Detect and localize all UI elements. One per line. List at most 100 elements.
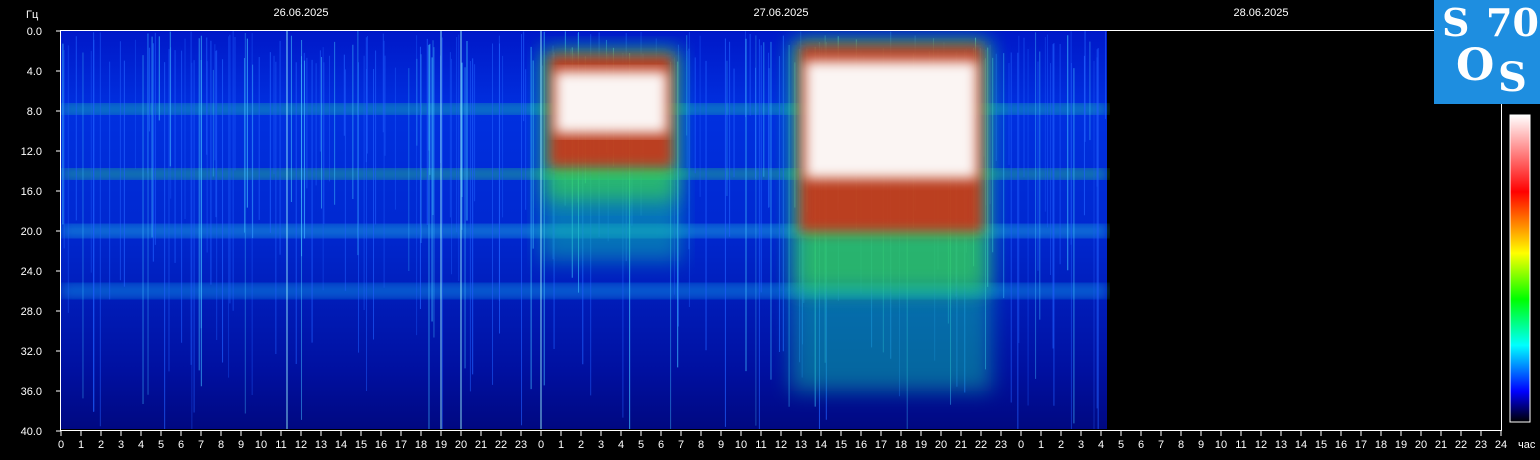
x-tick-label: 21 [475, 439, 487, 451]
x-tick-label: 13 [315, 439, 327, 451]
y-axis-label: Гц [26, 9, 39, 21]
x-tick-label: 5 [638, 439, 644, 451]
x-tick-label: 3 [598, 439, 604, 451]
x-tick-label: 12 [775, 439, 787, 451]
x-tick-label: 0 [538, 439, 544, 451]
x-tick-label: 15 [355, 439, 367, 451]
x-tick-label: 17 [1355, 439, 1367, 451]
x-tick-label: 12 [1255, 439, 1267, 451]
logo-s1: S [1442, 0, 1470, 45]
y-tick-label: 28.0 [21, 306, 42, 318]
x-tick-label: 8 [218, 439, 224, 451]
x-tick-label: 15 [835, 439, 847, 451]
x-tick-label: 20 [1415, 439, 1427, 451]
date-label: 27.06.2025 [753, 7, 808, 19]
x-tick-label: 3 [118, 439, 124, 451]
x-tick-label: 2 [98, 439, 104, 451]
y-tick-label: 40.0 [21, 426, 42, 438]
x-tick-label: 6 [1138, 439, 1144, 451]
x-tick-label: 17 [395, 439, 407, 451]
burst-core [555, 71, 667, 134]
x-tick-label: 23 [515, 439, 527, 451]
y-tick-label: 4.0 [27, 66, 42, 78]
x-tick-label: 19 [435, 439, 447, 451]
x-tick-label: 18 [415, 439, 427, 451]
y-axis-ticks: 0.0 4.0 8.0 12.0 16.0 20.0 24.0 28.0 32.0 36.0 40.… [21, 26, 61, 438]
x-tick-label: 17 [875, 439, 887, 451]
date-label: 26.06.2025 [273, 7, 328, 19]
spectrogram-chart: 0.0 4.0 8.0 12.0 16.0 20.0 24.0 28.0 32.0 36.0 40.… [21, 7, 1536, 451]
x-tick-label: 0 [58, 439, 64, 451]
spectrogram-heatmap [61, 31, 1107, 429]
x-tick-label: 16 [1335, 439, 1347, 451]
logo-o: O [1456, 40, 1495, 91]
date-label: 28.06.2025 [1233, 7, 1288, 19]
x-tick-label: 1 [558, 439, 564, 451]
x-tick-label: 11 [755, 439, 766, 451]
x-tick-label: 0 [1018, 439, 1024, 451]
x-tick-label: 7 [198, 439, 204, 451]
x-tick-label: 18 [895, 439, 907, 451]
y-tick-label: 32.0 [21, 346, 42, 358]
x-tick-label: 1 [78, 439, 84, 451]
x-tick-label: 21 [955, 439, 967, 451]
x-tick-label: 8 [1178, 439, 1184, 451]
x-tick-label: 6 [178, 439, 184, 451]
x-tick-label: 6 [658, 439, 664, 451]
x-tick-label: 4 [138, 439, 144, 451]
x-axis-ticks: 0 1 2 3 4 5 6 7 8 9 10 11 12 13 14 15 16 17 18 19 20 21 22 23 0 1… [58, 431, 1507, 451]
burst-core [805, 61, 977, 179]
logo-70: 70 [1486, 0, 1539, 45]
y-tick-label: 8.0 [27, 106, 42, 118]
colorbar [1509, 114, 1531, 423]
x-axis-label: час [1518, 439, 1536, 451]
x-tick-label: 16 [855, 439, 867, 451]
x-tick-label: 21 [1435, 439, 1447, 451]
x-tick-label: 9 [238, 439, 244, 451]
x-tick-label: 10 [1215, 439, 1227, 451]
y-tick-label: 0.0 [27, 26, 42, 38]
x-tick-label: 7 [678, 439, 684, 451]
x-tick-label: 20 [935, 439, 947, 451]
x-tick-label: 11 [1235, 439, 1246, 451]
logo-s2: S [1498, 54, 1527, 101]
x-tick-label: 1 [1038, 439, 1044, 451]
x-tick-label: 14 [335, 439, 347, 451]
x-tick-label: 23 [1475, 439, 1487, 451]
x-tick-label: 11 [275, 439, 286, 451]
x-tick-label: 3 [1078, 439, 1084, 451]
x-tick-label: 19 [915, 439, 927, 451]
x-tick-label: 24 [1495, 439, 1507, 451]
x-tick-label: 15 [1315, 439, 1327, 451]
x-tick-label: 14 [815, 439, 827, 451]
y-tick-label: 16.0 [21, 186, 42, 198]
x-tick-label: 4 [618, 439, 624, 451]
x-tick-label: 2 [578, 439, 584, 451]
x-tick-label: 14 [1295, 439, 1307, 451]
x-tick-label: 9 [718, 439, 724, 451]
x-tick-label: 22 [495, 439, 507, 451]
y-tick-label: 36.0 [21, 386, 42, 398]
x-tick-label: 10 [735, 439, 747, 451]
y-tick-label: 20.0 [21, 226, 42, 238]
x-tick-label: 8 [698, 439, 704, 451]
x-tick-label: 22 [975, 439, 987, 451]
x-tick-label: 13 [795, 439, 807, 451]
x-tick-label: 19 [1395, 439, 1407, 451]
x-tick-label: 13 [1275, 439, 1287, 451]
sos70-logo: S 70 O S [1434, 0, 1540, 104]
x-tick-label: 12 [295, 439, 307, 451]
x-tick-label: 23 [995, 439, 1007, 451]
x-tick-label: 2 [1058, 439, 1064, 451]
x-tick-label: 10 [255, 439, 267, 451]
x-tick-label: 5 [1118, 439, 1124, 451]
x-tick-label: 7 [1158, 439, 1164, 451]
y-tick-label: 12.0 [21, 146, 42, 158]
x-tick-label: 18 [1375, 439, 1387, 451]
x-tick-label: 22 [1455, 439, 1467, 451]
date-labels: 26.06.2025 27.06.2025 28.06.2025 [273, 7, 1288, 19]
x-tick-label: 5 [158, 439, 164, 451]
x-tick-label: 9 [1198, 439, 1204, 451]
x-tick-label: 4 [1098, 439, 1104, 451]
x-tick-label: 20 [455, 439, 467, 451]
